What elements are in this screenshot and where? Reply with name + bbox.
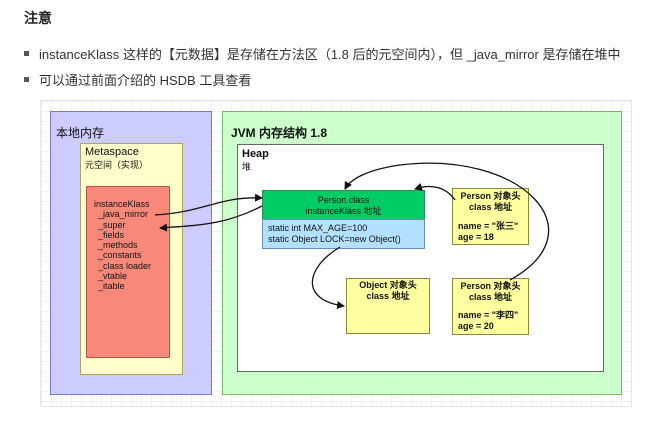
klass-field: _vtable [98, 271, 128, 282]
instance-klass-title: instanceKlass [94, 199, 150, 209]
person-1-header: Person 对象头 [460, 191, 521, 201]
bullet-item: 可以通过前面介绍的 HSDB 工具查看 [24, 70, 251, 89]
instance-klass-fields: instanceKlass _java_mirror _super _field… [94, 199, 151, 292]
person-1-age: age = 18 [458, 232, 494, 242]
person-2-age: age = 20 [458, 321, 494, 331]
heap-title: Heap [242, 148, 269, 160]
klass-field: _fields [98, 229, 125, 240]
klass-field: _constants [98, 250, 142, 261]
person-2-class-address: class 地址 [468, 292, 513, 302]
object-header-line1: Object 对象头 [359, 280, 417, 290]
person-1-class-address: class 地址 [468, 202, 513, 212]
klass-field: _itable [98, 281, 125, 292]
metaspace-title: Metaspace [85, 146, 139, 158]
bullet-text: 可以通过前面介绍的 HSDB 工具查看 [39, 73, 252, 88]
bullet-item: instanceKlass 这样的【元数据】是存储在方法区（1.8 后的元空间内… [24, 44, 620, 63]
person-class-name: Person.class [317, 195, 370, 205]
object-header-class-address: class 地址 [366, 291, 410, 301]
bullet-text: instanceKlass 这样的【元数据】是存储在方法区（1.8 后的元空间内… [39, 47, 621, 62]
person-2-name: name = "李四" [458, 310, 519, 320]
heap-region [237, 144, 604, 372]
klass-field: _java_mirror [98, 209, 149, 220]
klass-field: _super [98, 219, 126, 230]
static-field-max-age: static int MAX_AGE=100 [268, 223, 368, 233]
heap-subtitle: 堆 [242, 162, 252, 172]
person-class-klass-address: instanceKlass 地址 [305, 206, 382, 216]
metaspace-subtitle: 元空间（实现） [85, 160, 149, 170]
static-field-lock: static Object LOCK=new Object() [268, 234, 401, 244]
jvm-memory-label: JVM 内存结构 1.8 [231, 126, 328, 140]
klass-field: _methods [98, 240, 138, 251]
person-2-header: Person 对象头 [460, 281, 521, 291]
note-heading: 注意 [24, 10, 52, 26]
bullet-icon [24, 51, 29, 57]
klass-field: _class loader [98, 260, 152, 271]
bullet-icon [24, 77, 29, 83]
native-memory-label: 本地内存 [56, 126, 105, 140]
person-1-name: name = "张三" [458, 221, 519, 231]
